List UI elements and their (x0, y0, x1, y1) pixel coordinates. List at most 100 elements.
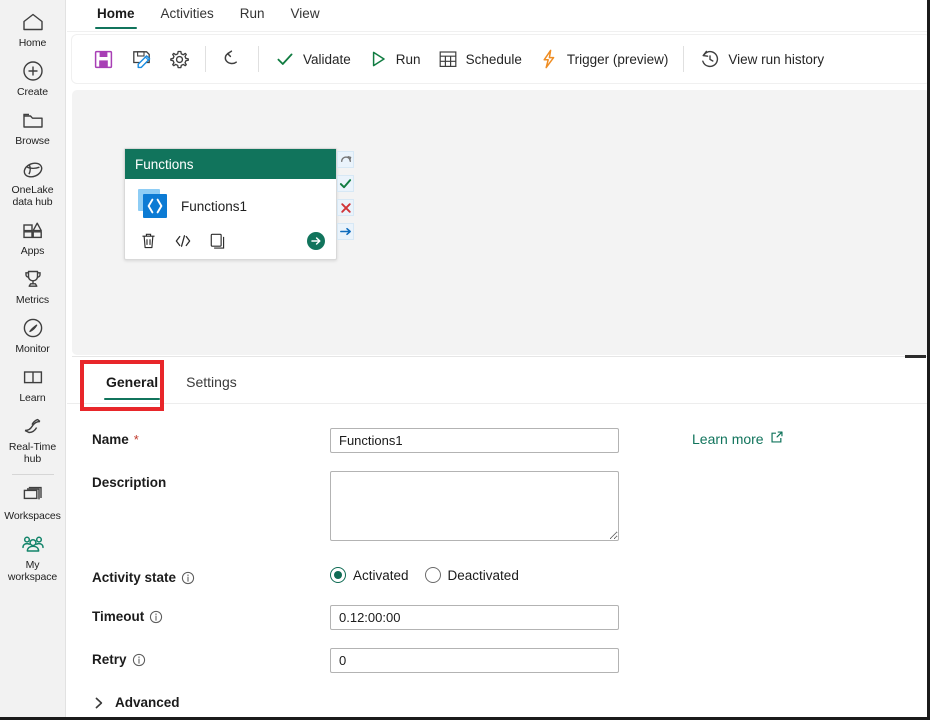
field-row-activity-state: Activity state Activated Deactivated (67, 566, 927, 585)
description-label-group: Description (92, 471, 330, 490)
schedule-label: Schedule (465, 51, 522, 67)
tab-settings[interactable]: Settings (172, 358, 251, 404)
advanced-section-toggle[interactable]: Advanced (67, 695, 927, 710)
timeout-label-group: Timeout (92, 605, 330, 624)
play-icon (367, 48, 389, 70)
tab-home[interactable]: Home (84, 0, 148, 32)
functions-code-icon (137, 188, 169, 225)
sidebar-item-learn[interactable]: Learn (0, 359, 66, 408)
sidebar-item-label: My workspace (7, 559, 58, 583)
sidebar-item-my-workspace[interactable]: My workspace (0, 526, 66, 587)
sidebar-item-create[interactable]: Create (0, 53, 66, 102)
save-as-icon (130, 48, 152, 70)
rail-divider (11, 474, 54, 475)
sidebar-item-label: Browse (15, 135, 50, 147)
timeout-input[interactable] (330, 605, 619, 630)
panel-splitter[interactable] (72, 356, 927, 357)
advanced-label: Advanced (115, 695, 180, 710)
radio-activated-label: Activated (353, 567, 409, 583)
general-form: Name * Learn more (67, 404, 927, 710)
tab-view[interactable]: View (278, 0, 333, 32)
timeout-control (330, 605, 927, 630)
view-run-history-button[interactable]: View run history (691, 41, 832, 77)
on-skip-connector[interactable] (337, 151, 354, 168)
realtime-hub-icon (19, 413, 47, 439)
undo-icon (221, 48, 243, 70)
duplicate-activity-icon[interactable] (209, 232, 227, 250)
delete-activity-icon[interactable] (139, 232, 157, 250)
sidebar-item-home[interactable]: Home (0, 4, 66, 53)
sidebar-item-real-time-hub[interactable]: Real-Time hub (0, 408, 66, 469)
settings-button[interactable] (160, 41, 198, 77)
properties-tab-strip: General Settings (67, 358, 927, 404)
sidebar-item-browse[interactable]: Browse (0, 102, 66, 151)
on-success-connector[interactable] (337, 175, 354, 192)
tab-general[interactable]: General (92, 358, 172, 404)
info-icon[interactable] (132, 653, 146, 667)
sidebar-item-apps[interactable]: Apps (0, 212, 66, 261)
pipeline-canvas[interactable]: Functions Functions1 (72, 90, 927, 355)
activity-node-identity: Functions1 (125, 179, 336, 225)
field-row-timeout: Timeout (67, 605, 927, 630)
code-view-icon[interactable] (174, 232, 192, 250)
tab-activities[interactable]: Activities (148, 0, 227, 32)
folder-icon (19, 107, 47, 133)
history-icon (699, 48, 721, 70)
save-as-button[interactable] (122, 41, 160, 77)
info-icon[interactable] (181, 571, 195, 585)
sidebar-item-label: OneLake data hub (11, 184, 54, 208)
sidebar-item-monitor[interactable]: Monitor (0, 310, 66, 359)
activity-node-actions (125, 225, 336, 251)
undo-button[interactable] (213, 41, 251, 77)
gear-icon (168, 48, 190, 70)
name-input[interactable] (330, 428, 619, 453)
activity-node-functions[interactable]: Functions Functions1 (124, 148, 337, 260)
save-button[interactable] (84, 41, 122, 77)
on-completion-connector[interactable] (337, 223, 354, 240)
trophy-icon (19, 266, 47, 292)
radio-deactivated-label: Deactivated (447, 567, 519, 583)
on-fail-connector[interactable] (337, 199, 354, 216)
sidebar-item-label: Metrics (15, 294, 50, 306)
radio-activated[interactable]: Activated (330, 567, 409, 583)
plus-circle-icon (19, 58, 47, 84)
activity-node-title: Functions1 (181, 199, 248, 214)
sidebar-item-metrics[interactable]: Metrics (0, 261, 66, 310)
apps-icon (19, 217, 47, 243)
sidebar-item-workspaces[interactable]: Workspaces (0, 477, 66, 526)
ribbon-divider (258, 46, 259, 72)
monitor-icon (19, 315, 47, 341)
ribbon-divider (683, 46, 685, 72)
retry-input[interactable] (330, 648, 619, 673)
left-nav-rail: Home Create Browse OneLake data hub Apps… (0, 0, 66, 717)
checkmark-icon (274, 48, 296, 70)
radio-dot (424, 567, 441, 583)
learn-more-label: Learn more (692, 430, 764, 447)
description-textarea[interactable] (330, 471, 619, 541)
sidebar-item-onelake-data-hub[interactable]: OneLake data hub (0, 151, 66, 212)
workspaces-icon (19, 482, 47, 508)
home-icon (19, 9, 47, 35)
required-marker: * (133, 432, 139, 447)
trigger-label: Trigger (preview) (566, 51, 669, 67)
sidebar-item-label: Create (17, 86, 48, 98)
activity-state-label: Activity state (92, 570, 177, 585)
radio-deactivated[interactable]: Deactivated (424, 567, 519, 583)
lightning-icon (538, 48, 560, 70)
run-button[interactable]: Run (359, 41, 429, 77)
name-label: Name (92, 432, 129, 447)
validate-button[interactable]: Validate (266, 41, 359, 77)
save-icon (92, 48, 114, 70)
tab-run[interactable]: Run (227, 0, 278, 32)
schedule-button[interactable]: Schedule (429, 41, 530, 77)
info-icon[interactable] (149, 610, 163, 624)
ribbon-command-bar: Validate Run Schedule Trigger (preview) … (72, 35, 927, 83)
ribbon-tab-strip: Home Activities Run View (67, 0, 927, 32)
trigger-button[interactable]: Trigger (preview) (530, 41, 677, 77)
learn-more-link[interactable]: Learn more (692, 430, 784, 447)
sidebar-item-label: Monitor (15, 343, 50, 355)
sidebar-item-label: Home (18, 37, 47, 49)
validate-label: Validate (303, 51, 351, 67)
activity-state-label-group: Activity state (92, 566, 330, 585)
arrow-right-circle-icon[interactable] (306, 231, 326, 251)
